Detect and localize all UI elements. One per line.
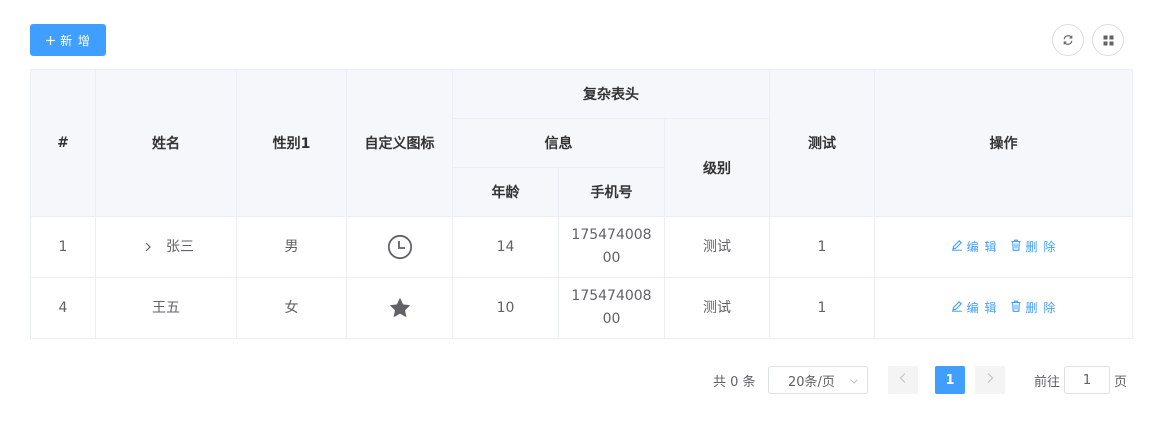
header-name: 姓名 <box>95 69 237 217</box>
table-row: 1 张三 男 14 17547400800 测试 1 编 辑 删 除 <box>30 216 1133 278</box>
add-button[interactable]: 新 增 <box>30 24 106 56</box>
edit-label: 编 辑 <box>966 300 998 315</box>
cell-actions: 编 辑 删 除 <box>874 216 1133 278</box>
refresh-button[interactable] <box>1052 24 1084 56</box>
header-level: 级别 <box>664 118 770 217</box>
header-complex: 复杂表头 <box>452 69 770 119</box>
cell-test: 1 <box>769 216 875 278</box>
columns-button[interactable] <box>1092 24 1124 56</box>
next-page-button[interactable] <box>975 366 1005 394</box>
delete-button[interactable]: 删 除 <box>1010 297 1057 320</box>
grid-icon <box>1103 31 1114 50</box>
cell-gender: 男 <box>236 216 347 278</box>
goto-prefix: 前往 <box>1034 375 1061 390</box>
page-number-current[interactable]: 1 <box>935 366 965 394</box>
refresh-icon <box>1062 31 1074 50</box>
header-custom-icon: 自定义图标 <box>346 69 453 217</box>
cell-index: 1 <box>30 216 96 278</box>
cell-test: 1 <box>769 277 875 339</box>
cell-actions: 编 辑 删 除 <box>874 277 1133 339</box>
cell-phone: 17547400800 <box>558 216 665 278</box>
header-actions: 操作 <box>874 69 1133 217</box>
pagination: 共 0 条 20条/页 1 前往 页 <box>0 366 1162 394</box>
page-size-value: 20条/页 <box>788 374 835 390</box>
expand-arrow-icon[interactable] <box>142 239 154 255</box>
chevron-left-icon <box>898 372 908 388</box>
star-icon <box>388 297 412 318</box>
header-age: 年龄 <box>452 167 559 217</box>
cell-age: 10 <box>452 277 559 339</box>
header-phone: 手机号 <box>558 167 665 217</box>
cell-index: 4 <box>30 277 96 339</box>
trash-icon <box>1010 297 1022 320</box>
cell-gender: 女 <box>236 277 347 339</box>
edit-icon <box>951 297 963 320</box>
edit-icon <box>951 236 963 259</box>
page-size-select[interactable]: 20条/页 <box>768 366 868 394</box>
chevron-down-icon <box>849 375 859 390</box>
goto-page-input[interactable] <box>1064 366 1110 394</box>
page: 新 增 # 姓名 性别1 自定义图标 复杂表头 测试 操作 信息 级别 年龄 手… <box>0 0 1162 433</box>
delete-label: 删 除 <box>1025 239 1057 254</box>
total-count: 共 0 条 <box>713 375 756 390</box>
header-index: # <box>30 69 96 217</box>
header-test: 测试 <box>769 69 875 217</box>
edit-button[interactable]: 编 辑 <box>951 236 998 259</box>
cell-level: 测试 <box>664 216 770 278</box>
edit-label: 编 辑 <box>966 239 998 254</box>
delete-button[interactable]: 删 除 <box>1010 236 1057 259</box>
prev-page-button[interactable] <box>888 366 918 394</box>
cell-level: 测试 <box>664 277 770 339</box>
clock-icon <box>387 234 413 260</box>
cell-name: 王五 <box>95 277 237 339</box>
cell-phone: 17547400800 <box>558 277 665 339</box>
chevron-right-icon <box>985 372 995 388</box>
cell-name: 张三 <box>95 216 237 278</box>
add-button-label: 新 增 <box>60 33 91 48</box>
cell-custom-icon <box>346 277 453 339</box>
cell-custom-icon <box>346 216 453 278</box>
plus-icon <box>45 35 56 46</box>
cell-age: 14 <box>452 216 559 278</box>
edit-button[interactable]: 编 辑 <box>951 297 998 320</box>
goto-suffix: 页 <box>1114 375 1128 390</box>
table-row: 4 王五 女 10 17547400800 测试 1 编 辑 删 除 <box>30 277 1133 339</box>
delete-label: 删 除 <box>1025 300 1057 315</box>
trash-icon <box>1010 236 1022 259</box>
header-info: 信息 <box>452 118 665 168</box>
header-gender: 性别1 <box>236 69 347 217</box>
data-table: # 姓名 性别1 自定义图标 复杂表头 测试 操作 信息 级别 年龄 手机号 1… <box>30 69 1133 339</box>
